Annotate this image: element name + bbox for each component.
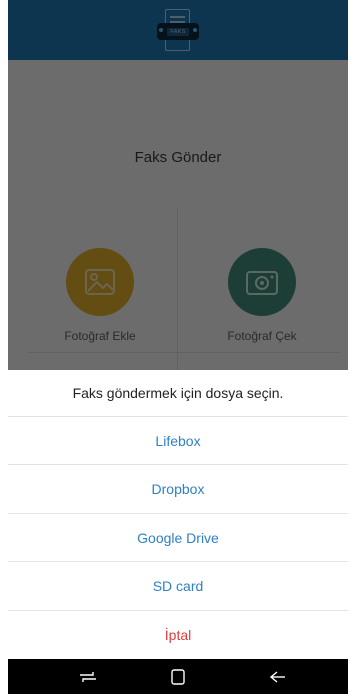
- app-screen: FAKS Faks Gönder Fotoğraf Ekle Fotoğraf …: [8, 0, 348, 694]
- fax-logo: FAKS: [156, 5, 200, 55]
- take-photo-label: Fotoğraf Çek: [227, 329, 297, 343]
- logo-dot-right: [193, 28, 197, 32]
- cancel-button[interactable]: İptal: [8, 611, 348, 659]
- add-photo-button[interactable]: Fotoğraf Ekle: [30, 248, 170, 343]
- image-icon: [85, 269, 115, 295]
- back-icon[interactable]: [268, 667, 288, 687]
- option-google-drive[interactable]: Google Drive: [8, 514, 348, 563]
- app-header: FAKS: [8, 0, 348, 60]
- file-source-sheet: Faks göndermek için dosya seçin. Lifebox…: [8, 370, 348, 659]
- recent-apps-icon[interactable]: [78, 667, 98, 687]
- android-navbar: [8, 659, 348, 694]
- sheet-title: Faks göndermek için dosya seçin.: [8, 370, 348, 417]
- page-title: Faks Gönder: [134, 149, 222, 166]
- vertical-divider: [177, 208, 178, 370]
- option-dropbox[interactable]: Dropbox: [8, 465, 348, 514]
- home-icon[interactable]: [168, 667, 188, 687]
- main-content: Faks Gönder Fotoğraf Ekle Fotoğraf Çek: [8, 60, 348, 370]
- option-lifebox[interactable]: Lifebox: [8, 417, 348, 466]
- add-photo-label: Fotoğraf Ekle: [64, 329, 136, 343]
- take-photo-circle: [228, 248, 296, 316]
- logo-text: FAKS: [167, 27, 189, 36]
- logo-dot-left: [159, 28, 163, 32]
- camera-icon: [246, 271, 278, 295]
- horizontal-divider: [28, 352, 340, 353]
- option-sd-card[interactable]: SD card: [8, 562, 348, 611]
- add-photo-circle: [66, 248, 134, 316]
- take-photo-button[interactable]: Fotoğraf Çek: [192, 248, 332, 343]
